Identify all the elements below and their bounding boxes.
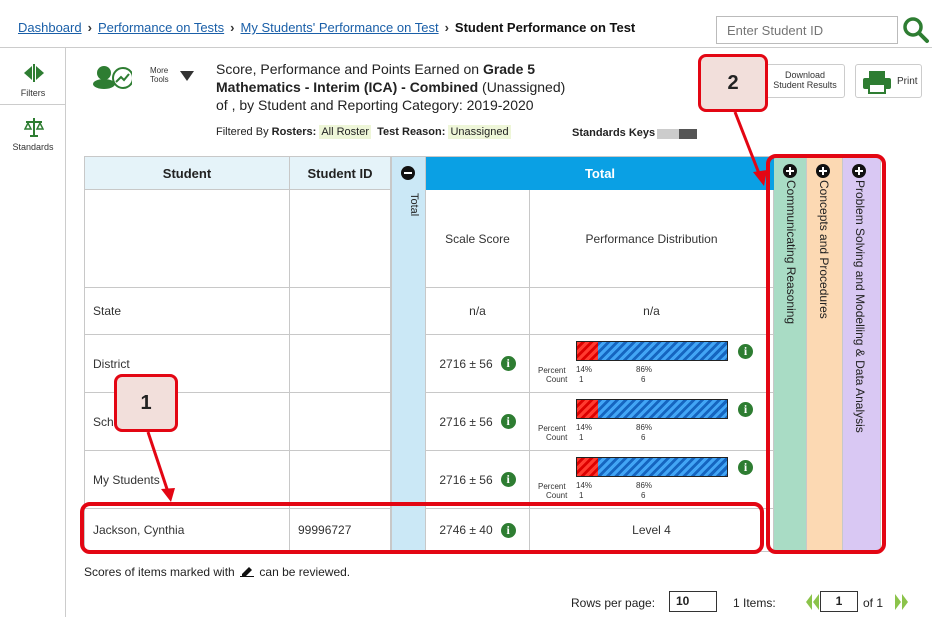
last-page-button[interactable] [894,594,908,613]
rows-per-page-label: Rows per page: [571,596,656,610]
first-page-button[interactable] [806,594,820,613]
items-count-label: 1 Items: [733,596,776,610]
page-total-label: of 1 [863,596,884,610]
note-text: Scores of items marked with [84,565,235,579]
pencil-icon [240,567,255,578]
note-text-end: can be reviewed. [259,565,351,579]
page-number-input[interactable]: 1 [820,591,858,612]
callout-arrows [146,111,767,502]
review-note: Scores of items marked with can be revie… [84,565,350,579]
double-chevron-right-icon [895,594,908,610]
double-chevron-left-icon [806,594,819,610]
rows-per-page-input[interactable]: 10 [669,591,717,612]
